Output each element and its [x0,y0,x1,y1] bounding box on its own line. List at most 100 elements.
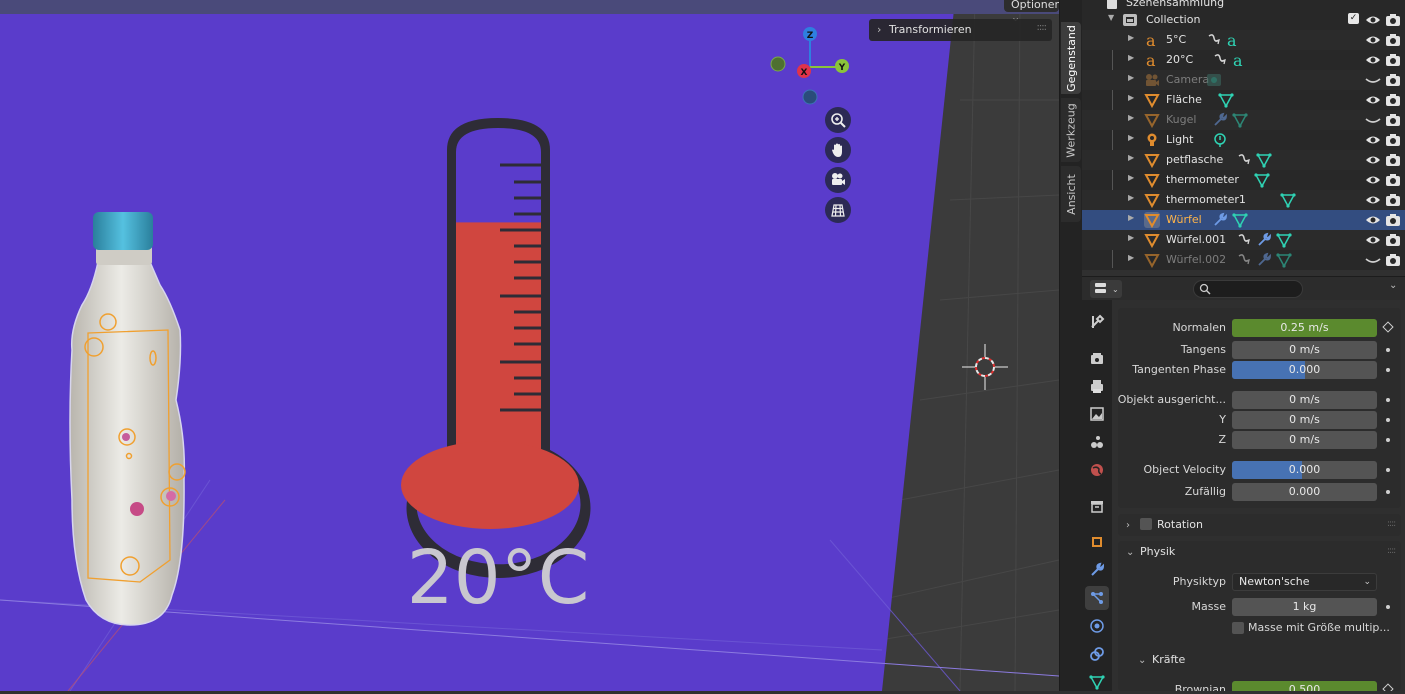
text-data-icon[interactable]: a [1232,52,1248,68]
physiktyp-dropdown[interactable]: Newton'sche ⌄ [1232,573,1377,591]
tangens-field[interactable]: 0 m/s [1232,341,1377,359]
wrench-icon[interactable] [1212,112,1228,128]
render-camera-icon[interactable] [1385,172,1401,188]
drag-grip-icon[interactable]: :::: [1037,22,1048,33]
constraint-icon[interactable] [1236,152,1252,168]
viewport-scene[interactable]: 20°C Z Y X [0,0,1059,691]
expand-triangle-icon[interactable]: ▶ [1128,133,1134,142]
eye-closed-icon[interactable] [1365,252,1381,268]
constraint-icon[interactable] [1206,32,1222,48]
outliner-row[interactable]: ▶ thermometer [1082,170,1405,190]
tab-tool[interactable] [1085,310,1109,334]
masse-field[interactable]: 1 kg [1232,598,1377,616]
render-camera-icon[interactable] [1385,92,1401,108]
outliner-row[interactable]: ▶ petflasche [1082,150,1405,170]
expand-triangle-icon[interactable]: ▶ [1128,33,1134,42]
expand-triangle-icon[interactable]: ▶ [1128,193,1134,202]
mesh-data-icon[interactable] [1232,112,1248,128]
tab-output[interactable] [1085,374,1109,398]
mesh-data-icon[interactable] [1218,92,1234,108]
zoom-button[interactable] [825,107,851,133]
expand-triangle-icon[interactable]: ▶ [1128,53,1134,62]
tab-render[interactable] [1085,346,1109,370]
drag-grip-icon[interactable]: :::: [1387,519,1396,529]
outliner-row[interactable]: ▶ Kugel [1082,110,1405,130]
constraint-icon[interactable] [1212,52,1228,68]
normalen-field[interactable]: 0.25 m/s [1232,319,1377,337]
eye-icon[interactable] [1365,152,1381,168]
mesh-data-icon[interactable] [1232,212,1248,228]
mesh-data-icon[interactable] [1276,232,1292,248]
3d-viewport[interactable]: 20°C Z Y X Optionen ⌄ › Transformieren:… [0,0,1059,691]
keyframe-dot-icon[interactable] [1386,490,1390,494]
zufaellig-field[interactable]: 0.000 [1232,483,1377,501]
render-camera-icon[interactable] [1385,52,1401,68]
drag-grip-icon[interactable]: :::: [1387,546,1396,556]
outliner-row[interactable]: ▶ Würfel [1082,210,1405,230]
expand-triangle-icon[interactable]: ▶ [1128,173,1134,182]
outliner-row[interactable]: ▶ Würfel.001 [1082,230,1405,250]
outliner-row[interactable]: ▶ Würfel.002 [1082,250,1405,270]
tab-scene[interactable] [1085,430,1109,454]
tangenten-phase-slider[interactable]: 0.000 [1232,361,1377,379]
constraint-icon[interactable] [1236,252,1252,268]
mesh-data-icon[interactable] [1254,172,1270,188]
eye-closed-icon[interactable] [1365,72,1381,88]
constraint-icon[interactable] [1236,232,1252,248]
camera-view-button[interactable] [825,167,851,193]
tab-object[interactable] [1085,530,1109,554]
expand-triangle-icon[interactable]: ▶ [1128,73,1134,82]
outliner-row[interactable]: ▶ thermometer1 [1082,190,1405,210]
kraefte-subpanel-header[interactable]: ⌄ Kräfte [1138,653,1185,666]
outliner-row[interactable]: ▶ Camera [1082,70,1405,90]
wrench-icon[interactable] [1256,232,1272,248]
keyframe-dot-icon[interactable] [1386,398,1390,402]
expand-triangle-icon[interactable]: ▶ [1128,213,1134,222]
pan-button[interactable] [825,137,851,163]
expand-triangle-icon[interactable]: ▼ [1108,13,1114,22]
keyframe-dot-icon[interactable] [1386,348,1390,352]
eye-icon[interactable] [1365,12,1381,28]
outliner-row[interactable]: ▶ Light [1082,130,1405,150]
wrench-icon[interactable] [1212,212,1228,228]
objekt-ausgerichtet-z-field[interactable]: 0 m/s [1232,431,1377,449]
chevron-down-icon[interactable]: ⌄ [1389,280,1397,291]
expand-triangle-icon[interactable]: ▶ [1128,113,1134,122]
properties-search-input[interactable] [1193,280,1303,298]
editor-type-button[interactable]: ⌄ [1090,280,1122,298]
physik-panel-header[interactable]: ⌄ Physik [1126,545,1175,558]
eye-icon[interactable] [1365,232,1381,248]
outliner-row[interactable]: ▶ a 20°C a [1082,50,1405,70]
render-camera-icon[interactable] [1385,232,1401,248]
eye-icon[interactable] [1365,92,1381,108]
transform-panel-header[interactable]: › Transformieren :::: [869,19,1052,41]
collection-row[interactable]: ▼ Collection ✓ [1082,10,1405,30]
render-camera-icon[interactable] [1385,212,1401,228]
eye-icon[interactable] [1365,192,1381,208]
outliner-row[interactable]: ▶ a 5°C a [1082,30,1405,50]
expand-triangle-icon[interactable]: ▶ [1128,93,1134,102]
brownian-field[interactable]: 0.500 [1232,681,1377,691]
text-data-icon[interactable]: a [1226,32,1242,48]
tab-world[interactable] [1085,458,1109,482]
tab-view-layer[interactable] [1085,402,1109,426]
mesh-data-icon[interactable] [1256,152,1272,168]
tab-constraints[interactable] [1085,642,1109,666]
eye-closed-icon[interactable] [1365,112,1381,128]
outliner[interactable]: Szenensammlung ▼ Collection ✓ ▶ a 5°C a ▶ a 20… [1082,0,1405,270]
tab-data[interactable] [1085,670,1109,694]
keyframe-dot-icon[interactable] [1386,468,1390,472]
expand-triangle-icon[interactable]: ▶ [1128,153,1134,162]
eye-icon[interactable] [1365,32,1381,48]
objekt-ausgerichtet-x-field[interactable]: 0 m/s [1232,391,1377,409]
render-camera-icon[interactable] [1385,32,1401,48]
light-data-icon[interactable] [1212,132,1228,148]
render-camera-icon[interactable] [1385,112,1401,128]
wrench-icon[interactable] [1256,252,1272,268]
keyframe-dot-icon[interactable] [1386,418,1390,422]
objekt-ausgerichtet-y-field[interactable]: 0 m/s [1232,411,1377,429]
tab-werkzeug[interactable]: Werkzeug [1061,98,1081,162]
ortho-toggle-button[interactable] [825,197,851,223]
keyframe-dot-icon[interactable] [1386,368,1390,372]
eye-icon[interactable] [1365,212,1381,228]
